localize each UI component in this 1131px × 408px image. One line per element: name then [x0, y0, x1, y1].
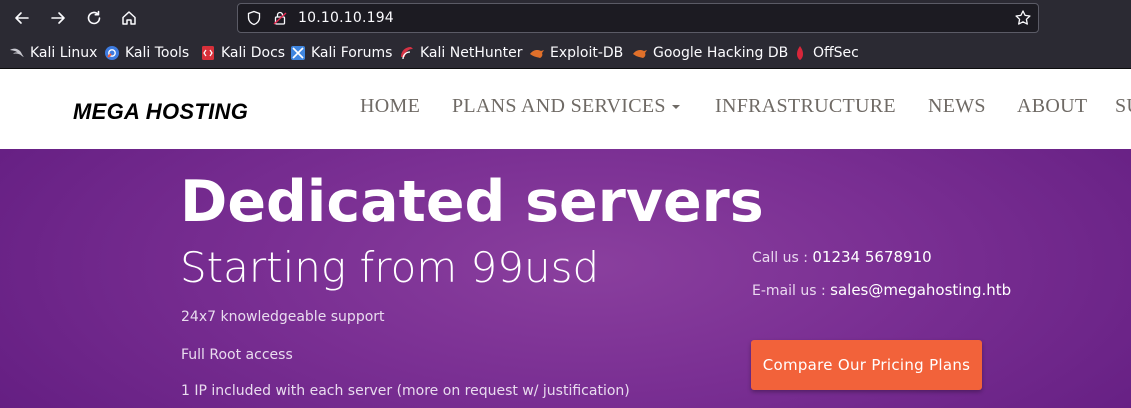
bookmark-label: Exploit-DB — [550, 45, 624, 61]
hero-banner: Dedicated servers Starting from 99usd 24… — [0, 149, 1131, 408]
bookmark-exploit-db[interactable]: Exploit-DB — [529, 44, 623, 62]
bookmark-kali-nethunter[interactable]: Kali NetHunter — [399, 44, 522, 62]
bookmark-kali-linux[interactable]: Kali Linux — [9, 44, 97, 62]
back-button[interactable] — [10, 6, 34, 30]
insecure-lock-icon[interactable] — [272, 10, 288, 26]
bookmark-kali-docs[interactable]: Kali Docs — [200, 44, 285, 62]
offsec-icon — [797, 46, 803, 60]
home-icon — [122, 11, 136, 25]
address-bar[interactable]: 10.10.10.194 — [237, 3, 1039, 33]
forward-button[interactable] — [46, 6, 70, 30]
phone-label: Call us : — [752, 250, 813, 266]
nav-home[interactable]: HOME — [360, 95, 420, 118]
nav-support-truncated[interactable]: SU — [1115, 95, 1131, 118]
bookmark-label: Kali Docs — [221, 45, 286, 61]
bookmarks-bar: Kali Linux Kali Tools Kali Docs Kali For… — [0, 36, 1131, 69]
kali-forums-icon — [291, 46, 305, 60]
phone-value[interactable]: 01234 5678910 — [812, 248, 931, 266]
url-text[interactable]: 10.10.10.194 — [298, 10, 394, 26]
feature-ip-included: 1 IP included with each server (more on … — [181, 383, 630, 399]
kali-nethunter-icon — [401, 47, 413, 60]
reload-button[interactable] — [82, 6, 106, 30]
compare-pricing-button[interactable]: Compare Our Pricing Plans — [751, 340, 982, 390]
hero-title: Dedicated servers — [180, 169, 764, 235]
nav-plans-label: PLANS AND SERVICES — [452, 95, 666, 117]
contact-email: E-mail us : sales@megahosting.htb — [752, 281, 1011, 299]
email-value[interactable]: sales@megahosting.htb — [830, 281, 1011, 299]
nav-plans-and-services[interactable]: PLANS AND SERVICES — [452, 95, 680, 118]
bookmark-kali-tools[interactable]: Kali Tools — [104, 44, 189, 62]
bookmark-star-icon[interactable] — [1014, 9, 1032, 27]
bookmark-kali-forums[interactable]: Kali Forums — [290, 44, 392, 62]
reload-icon — [87, 10, 101, 25]
bookmark-label: Google Hacking DB — [653, 45, 789, 61]
caret-down-icon — [671, 105, 680, 110]
forward-arrow-icon — [51, 12, 65, 24]
kali-tools-icon — [105, 46, 119, 60]
shield-icon[interactable] — [246, 10, 262, 26]
bookmark-google-hacking-db[interactable]: Google Hacking DB — [632, 44, 788, 62]
nav-infrastructure[interactable]: INFRASTRUCTURE — [715, 95, 896, 118]
bookmark-label: Kali Tools — [125, 45, 190, 61]
bookmark-offsec[interactable]: OffSec — [792, 44, 859, 62]
ghdb-icon — [633, 50, 647, 58]
nav-about[interactable]: ABOUT — [1017, 95, 1087, 118]
feature-root-access: Full Root access — [181, 347, 293, 363]
hero-subtitle: Starting from 99usd — [180, 243, 600, 292]
bookmark-label: OffSec — [813, 45, 859, 61]
browser-toolbar: 10.10.10.194 — [0, 0, 1131, 36]
site-logo[interactable]: MEGA HOSTING — [73, 99, 248, 125]
contact-phone: Call us : 01234 5678910 — [752, 248, 932, 266]
site-header: MEGA HOSTING HOME PLANS AND SERVICES INF… — [0, 69, 1131, 149]
exploit-db-icon — [530, 50, 544, 58]
bookmark-label: Kali Linux — [30, 45, 98, 61]
bookmark-label: Kali NetHunter — [420, 45, 523, 61]
kali-docs-icon — [202, 46, 214, 60]
home-button[interactable] — [117, 6, 141, 30]
email-label: E-mail us : — [752, 283, 831, 299]
kali-dragon-icon — [10, 48, 24, 57]
nav-news[interactable]: NEWS — [928, 95, 986, 118]
bookmark-label: Kali Forums — [311, 45, 393, 61]
back-arrow-icon — [15, 12, 29, 24]
feature-support: 24x7 knowledgeable support — [181, 309, 385, 325]
